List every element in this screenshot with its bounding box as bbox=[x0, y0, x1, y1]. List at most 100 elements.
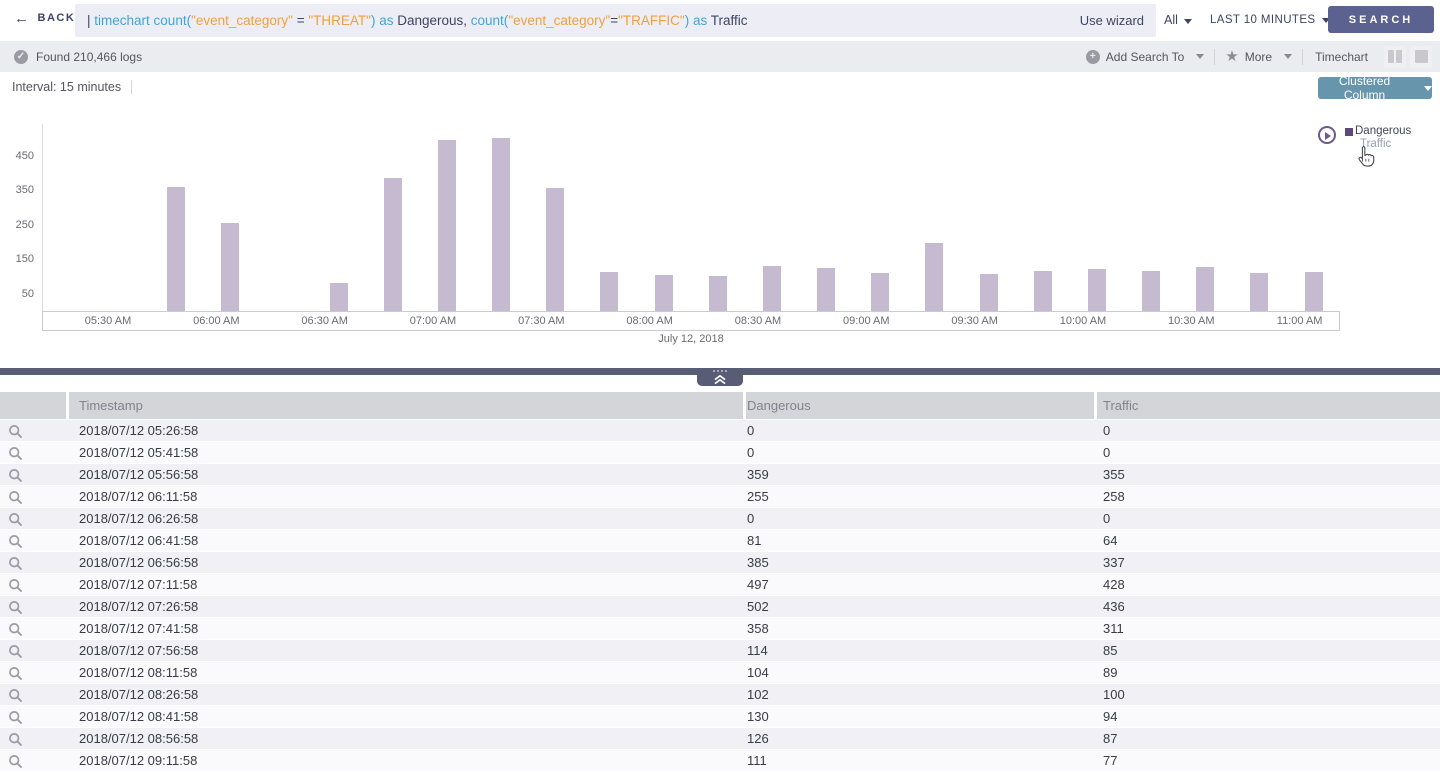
bar[interactable] bbox=[330, 283, 348, 311]
bar[interactable] bbox=[1305, 272, 1323, 311]
cell-traffic: 0 bbox=[1097, 442, 1440, 464]
bar[interactable] bbox=[384, 178, 402, 311]
row-search-button[interactable] bbox=[0, 618, 69, 640]
cell-traffic: 428 bbox=[1097, 574, 1440, 596]
results-toolbar: ✓ Found 210,466 logs + Add Search To ★ M… bbox=[0, 41, 1440, 72]
cell-timestamp: 2018/07/12 06:56:58 bbox=[69, 552, 746, 574]
cell-dangerous: 497 bbox=[746, 574, 1097, 596]
x-axis-date-label: July 12, 2018 bbox=[42, 333, 1340, 345]
grip-dots-icon bbox=[697, 370, 743, 372]
more-button[interactable]: ★ More bbox=[1215, 49, 1302, 64]
bar[interactable] bbox=[1034, 271, 1052, 311]
row-search-button[interactable] bbox=[0, 662, 69, 684]
x-tick-label: 06:00 AM bbox=[193, 315, 239, 327]
legend-label: Dangerous bbox=[1355, 125, 1411, 138]
bar[interactable] bbox=[167, 187, 185, 311]
bar[interactable] bbox=[438, 140, 456, 311]
search-button[interactable]: SEARCH bbox=[1328, 6, 1434, 33]
bar[interactable] bbox=[221, 223, 239, 311]
timechart-panel: Interval: 15 minutes Clustered Column 45… bbox=[0, 72, 1440, 368]
row-search-button[interactable] bbox=[0, 508, 69, 530]
top-bar: ← BACK | timechart count("event_category… bbox=[0, 0, 1440, 41]
row-search-button[interactable] bbox=[0, 706, 69, 728]
use-wizard-link[interactable]: Use wizard bbox=[1080, 13, 1144, 28]
query-token: count( bbox=[154, 13, 192, 28]
cell-dangerous: 114 bbox=[746, 640, 1097, 662]
row-search-button[interactable] bbox=[0, 464, 69, 486]
cell-traffic: 89 bbox=[1097, 662, 1440, 684]
cell-timestamp: 2018/07/12 05:56:58 bbox=[69, 464, 746, 486]
plus-circle-icon: + bbox=[1086, 50, 1100, 64]
bar[interactable] bbox=[600, 272, 618, 311]
row-search-button[interactable] bbox=[0, 420, 69, 442]
query-token: "event_category" bbox=[191, 13, 293, 28]
table-header: Timestamp Dangerous Traffic bbox=[0, 392, 1440, 419]
row-search-button[interactable] bbox=[0, 640, 69, 662]
time-range-dropdown[interactable]: LAST 10 MINUTES bbox=[1210, 14, 1330, 26]
cell-dangerous: 0 bbox=[746, 508, 1097, 530]
table-row: 2018/07/12 08:56:5812687 bbox=[0, 728, 1440, 750]
cell-traffic: 436 bbox=[1097, 596, 1440, 618]
magnifier-icon bbox=[8, 446, 23, 461]
chevron-down-icon bbox=[1424, 86, 1432, 91]
search-query-input[interactable]: | timechart count("event_category" = "TH… bbox=[75, 4, 1156, 37]
bar[interactable] bbox=[1250, 273, 1268, 311]
row-search-button[interactable] bbox=[0, 552, 69, 574]
grid-view-icon[interactable] bbox=[1410, 46, 1432, 68]
bar[interactable] bbox=[925, 243, 943, 311]
table-row: 2018/07/12 08:11:5810489 bbox=[0, 662, 1440, 684]
legend-item-dangerous[interactable]: Dangerous bbox=[1345, 125, 1411, 138]
x-tick-label: 07:30 AM bbox=[518, 315, 564, 327]
legend-label: Traffic bbox=[1360, 138, 1391, 151]
column-chart-view-icon[interactable] bbox=[1384, 46, 1406, 68]
table-body: 2018/07/12 05:26:58002018/07/12 05:41:58… bbox=[0, 420, 1440, 772]
cell-timestamp: 2018/07/12 06:26:58 bbox=[69, 508, 746, 530]
cell-timestamp: 2018/07/12 07:11:58 bbox=[69, 574, 746, 596]
legend-item-traffic[interactable]: Traffic bbox=[1360, 138, 1411, 151]
view-mode-label: Timechart bbox=[1303, 50, 1380, 64]
bar[interactable] bbox=[546, 188, 564, 311]
row-search-button[interactable] bbox=[0, 750, 69, 772]
row-search-button[interactable] bbox=[0, 530, 69, 552]
row-search-button[interactable] bbox=[0, 486, 69, 508]
x-tick-label: 06:30 AM bbox=[301, 315, 347, 327]
bar[interactable] bbox=[1196, 267, 1214, 311]
cell-dangerous: 111 bbox=[746, 750, 1097, 772]
cell-timestamp: 2018/07/12 06:41:58 bbox=[69, 530, 746, 552]
header-cell-traffic: Traffic bbox=[1097, 392, 1440, 419]
bar[interactable] bbox=[1088, 269, 1106, 311]
bar[interactable] bbox=[871, 273, 889, 311]
add-search-to-button[interactable]: + Add Search To bbox=[1076, 50, 1215, 64]
cell-dangerous: 81 bbox=[746, 530, 1097, 552]
play-circle-icon[interactable] bbox=[1318, 126, 1336, 144]
bar[interactable] bbox=[763, 266, 781, 311]
bar[interactable] bbox=[655, 275, 673, 311]
table-row: 2018/07/12 06:41:588164 bbox=[0, 530, 1440, 552]
back-arrow-icon: ← bbox=[14, 13, 31, 24]
row-search-button[interactable] bbox=[0, 728, 69, 750]
row-search-button[interactable] bbox=[0, 684, 69, 706]
row-search-button[interactable] bbox=[0, 574, 69, 596]
magnifier-icon bbox=[8, 578, 23, 593]
cell-timestamp: 2018/07/12 07:41:58 bbox=[69, 618, 746, 640]
table-row: 2018/07/12 05:26:5800 bbox=[0, 420, 1440, 442]
chart-type-dropdown[interactable]: Clustered Column bbox=[1318, 77, 1432, 99]
y-tick-label: 250 bbox=[0, 218, 34, 232]
magnifier-icon bbox=[8, 710, 23, 725]
row-search-button[interactable] bbox=[0, 596, 69, 618]
scope-dropdown[interactable]: All bbox=[1164, 13, 1192, 27]
collapse-chart-button[interactable] bbox=[697, 368, 743, 386]
cell-dangerous: 255 bbox=[746, 486, 1097, 508]
bar[interactable] bbox=[817, 268, 835, 311]
cell-dangerous: 102 bbox=[746, 684, 1097, 706]
cell-dangerous: 126 bbox=[746, 728, 1097, 750]
row-search-button[interactable] bbox=[0, 442, 69, 464]
bar[interactable] bbox=[709, 276, 727, 311]
bar[interactable] bbox=[980, 274, 998, 311]
bar[interactable] bbox=[492, 138, 510, 311]
query-token: timechart bbox=[94, 13, 153, 28]
query-token: = bbox=[610, 13, 618, 28]
back-button[interactable]: ← BACK bbox=[14, 12, 75, 24]
magnifier-icon bbox=[8, 512, 23, 527]
bar[interactable] bbox=[1142, 271, 1160, 311]
